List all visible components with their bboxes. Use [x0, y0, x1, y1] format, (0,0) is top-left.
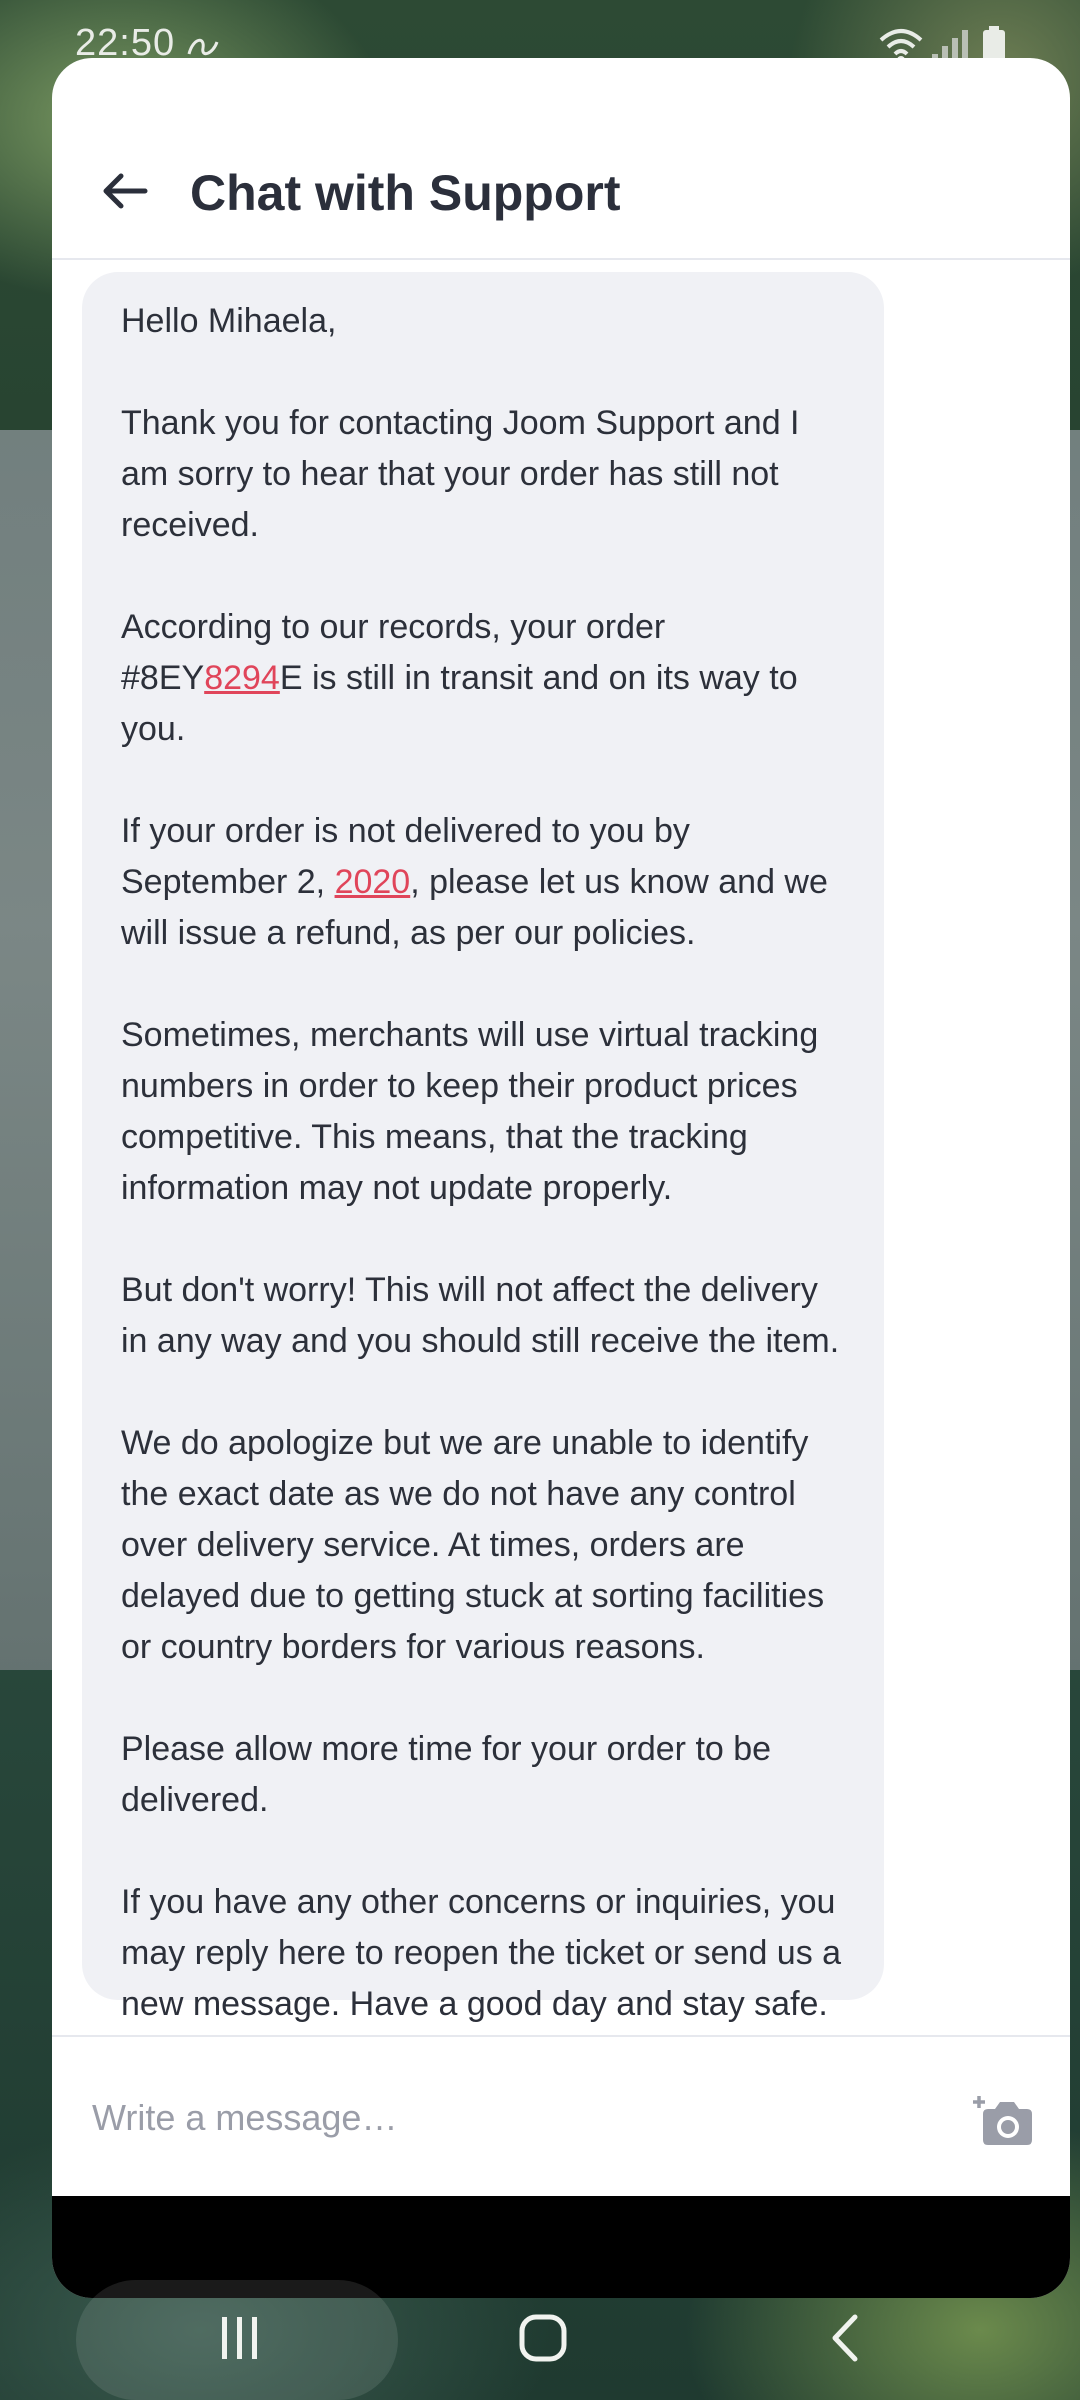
message-paragraph-date: If your order is not delivered to you by… [121, 806, 845, 959]
attach-photo-button[interactable] [969, 2087, 1039, 2157]
navigation-bar [0, 2280, 1080, 2400]
message-paragraph: Sometimes, merchants will use virtual tr… [121, 1016, 819, 1207]
arrow-left-icon [101, 171, 149, 216]
home-button[interactable] [493, 2292, 593, 2388]
message-input[interactable] [90, 2077, 934, 2159]
message-paragraph-order: According to our records, your order #8E… [121, 602, 845, 755]
order-number-link[interactable]: 8294 [204, 659, 280, 697]
message-composer [52, 2035, 1070, 2198]
year-link[interactable]: 2020 [335, 863, 411, 901]
system-back-button[interactable] [795, 2292, 895, 2388]
message-greeting: Hello Mihaela, [121, 302, 337, 340]
message-paragraph: Thank you for contacting Joom Support an… [121, 404, 800, 544]
message-paragraph: We do apologize but we are unable to ide… [121, 1424, 825, 1666]
message-paragraph: If you have any other concerns or inquir… [121, 1883, 842, 2023]
chat-header: Chat with Support [52, 58, 1070, 260]
support-message-bubble: Hello Mihaela, Thank you for contacting … [82, 272, 884, 2023]
add-photo-camera-icon [973, 2092, 1035, 2153]
message-paragraph: Please allow more time for your order to… [121, 1730, 772, 1819]
page-title: Chat with Support [190, 165, 621, 221]
message-list[interactable]: Hello Mihaela, Thank you for contacting … [52, 260, 1070, 2035]
message-paragraph: But don't worry! This will not affect th… [121, 1271, 840, 1360]
recent-apps-button[interactable] [190, 2292, 290, 2388]
back-button[interactable] [90, 158, 160, 228]
home-icon [518, 2313, 568, 2368]
recent-apps-icon [218, 2315, 262, 2366]
back-icon [827, 2313, 863, 2368]
support-chat-sheet: Chat with Support Hello Mihaela, Thank y… [52, 58, 1070, 2298]
